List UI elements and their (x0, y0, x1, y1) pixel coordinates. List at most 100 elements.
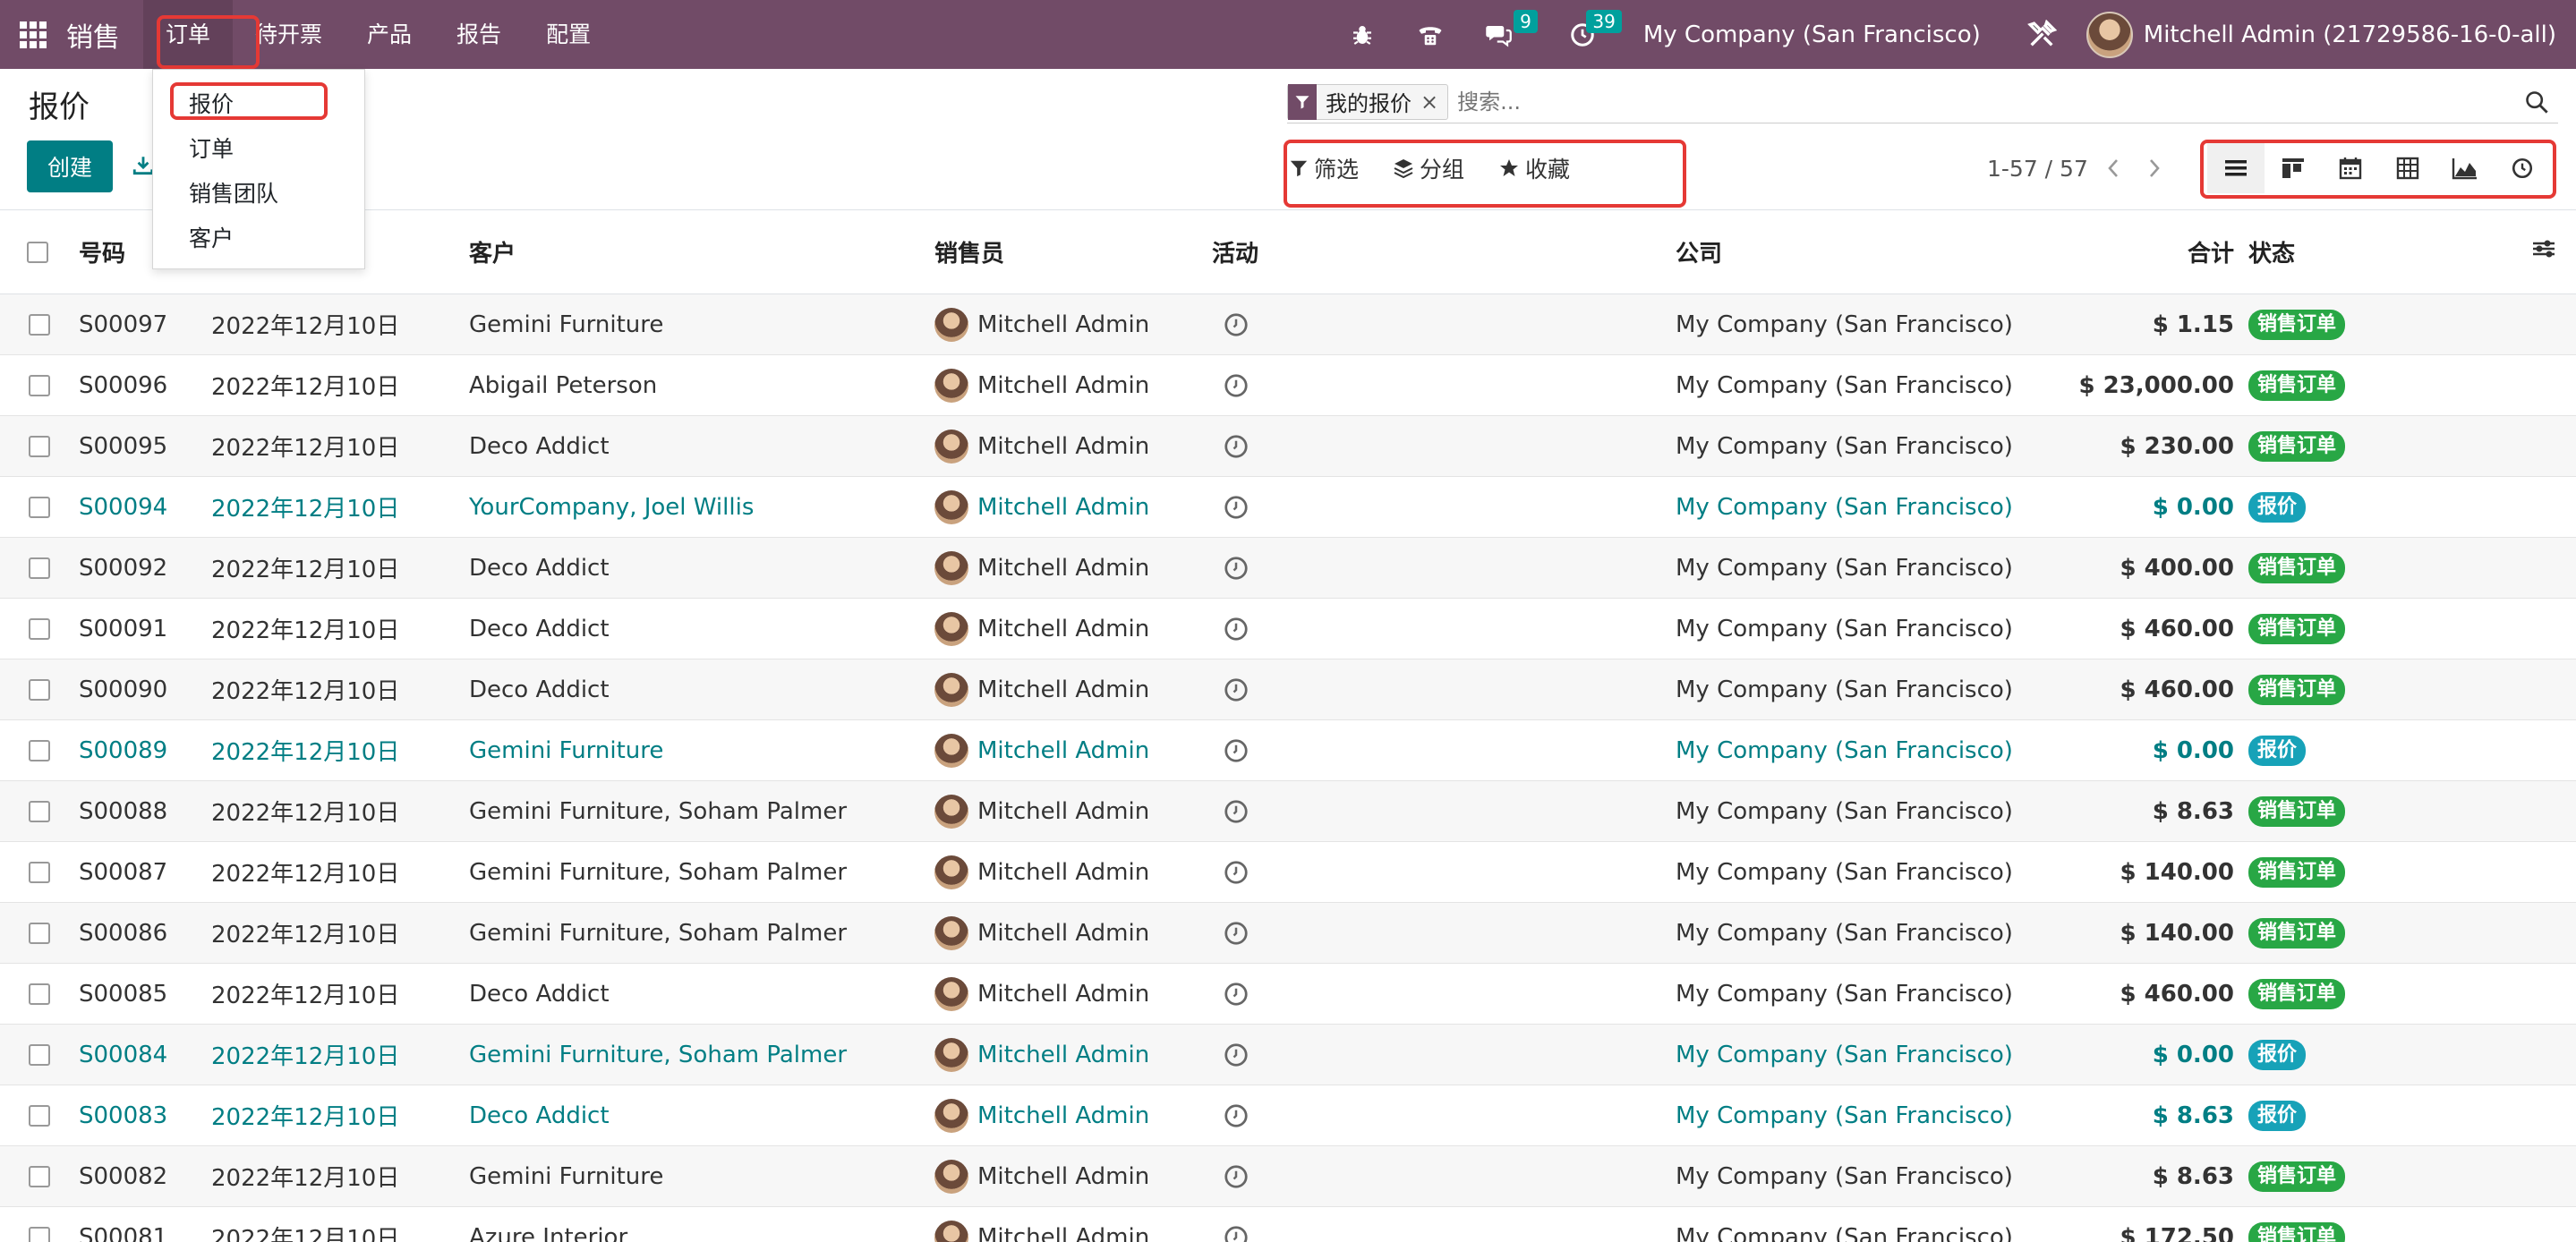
cell-salesperson[interactable]: Mitchell Admin (934, 659, 1212, 720)
filter-button[interactable]: 筛选 (1289, 152, 1359, 184)
row-checkbox[interactable] (29, 740, 50, 761)
cell-number[interactable]: S00097 (79, 293, 211, 355)
cell-customer[interactable]: Gemini Furniture (469, 293, 934, 355)
cell-salesperson[interactable]: Mitchell Admin (934, 537, 1212, 599)
cell-customer[interactable]: Gemini Furniture, Soham Palmer (469, 841, 934, 903)
row-checkbox[interactable] (29, 1166, 50, 1187)
create-button[interactable]: 创建 (27, 140, 113, 192)
user-menu[interactable]: Mitchell Admin (21729586-16-0-all) (2086, 11, 2556, 58)
cell-customer[interactable]: Deco Addict (469, 659, 934, 720)
col-activity[interactable]: 活动 (1212, 209, 1676, 294)
cell-company[interactable]: My Company (San Francisco) (1676, 659, 2069, 720)
apps-menu-icon[interactable] (20, 21, 47, 48)
cell-customer[interactable]: Gemini Furniture, Soham Palmer (469, 1024, 934, 1085)
search-input[interactable] (1457, 83, 2515, 120)
cell-number[interactable]: S00094 (79, 476, 211, 538)
tools-icon[interactable] (2022, 15, 2061, 55)
cell-total[interactable]: $ 172.50 (2069, 1206, 2248, 1242)
cell-company[interactable]: My Company (San Francisco) (1676, 1145, 2069, 1207)
cell-number[interactable]: S00083 (79, 1085, 211, 1146)
table-row[interactable]: S00088 2022年12月10日 Gemini Furniture, Soh… (0, 780, 2576, 842)
cell-date[interactable]: 2022年12月10日 (211, 1145, 469, 1207)
cell-salesperson[interactable]: Mitchell Admin (934, 415, 1212, 477)
cell-customer[interactable]: Deco Addict (469, 963, 934, 1025)
table-row[interactable]: S00090 2022年12月10日 Deco Addict Mitchell … (0, 659, 2576, 720)
activity-clock-icon[interactable] (1223, 433, 1250, 460)
cell-date[interactable]: 2022年12月10日 (211, 598, 469, 659)
table-row[interactable]: S00094 2022年12月10日 YourCompany, Joel Wil… (0, 476, 2576, 538)
cell-salesperson[interactable]: Mitchell Admin (934, 963, 1212, 1025)
activity-clock-icon[interactable] (1223, 616, 1250, 642)
table-row[interactable]: S00091 2022年12月10日 Deco Addict Mitchell … (0, 598, 2576, 659)
cell-date[interactable]: 2022年12月10日 (211, 902, 469, 964)
cell-date[interactable]: 2022年12月10日 (211, 537, 469, 599)
cell-number[interactable]: S00095 (79, 415, 211, 477)
row-checkbox[interactable] (29, 923, 50, 944)
cell-total[interactable]: $ 140.00 (2069, 902, 2248, 964)
cell-date[interactable]: 2022年12月10日 (211, 293, 469, 355)
cell-number[interactable]: S00091 (79, 598, 211, 659)
activity-clock-icon[interactable] (1223, 494, 1250, 521)
table-row[interactable]: S00095 2022年12月10日 Deco Addict Mitchell … (0, 415, 2576, 477)
dropdown-item-orders[interactable]: 订单 (153, 127, 364, 172)
table-row[interactable]: S00086 2022年12月10日 Gemini Furniture, Soh… (0, 902, 2576, 964)
cell-total[interactable]: $ 460.00 (2069, 659, 2248, 720)
cell-salesperson[interactable]: Mitchell Admin (934, 476, 1212, 538)
cell-customer[interactable]: YourCompany, Joel Willis (469, 476, 934, 538)
cell-customer[interactable]: Gemini Furniture (469, 1145, 934, 1207)
cell-number[interactable]: S00088 (79, 780, 211, 842)
row-checkbox[interactable] (29, 314, 50, 336)
cell-customer[interactable]: Gemini Furniture, Soham Palmer (469, 902, 934, 964)
activity-clock-icon[interactable] (1223, 798, 1250, 825)
menu-configuration[interactable]: 配置 (524, 0, 613, 69)
graph-view-icon[interactable] (2436, 143, 2494, 193)
activity-view-icon[interactable] (2494, 143, 2551, 193)
cell-company[interactable]: My Company (San Francisco) (1676, 1206, 2069, 1242)
cell-company[interactable]: My Company (San Francisco) (1676, 780, 2069, 842)
cell-date[interactable]: 2022年12月10日 (211, 719, 469, 781)
cell-customer[interactable]: Abigail Peterson (469, 354, 934, 416)
activity-clock-icon[interactable] (1223, 1102, 1250, 1129)
cell-salesperson[interactable]: Mitchell Admin (934, 719, 1212, 781)
row-checkbox[interactable] (29, 557, 50, 579)
table-row[interactable]: S00097 2022年12月10日 Gemini Furniture Mitc… (0, 293, 2576, 355)
list-view-icon[interactable] (2207, 143, 2265, 193)
activity-clock-icon[interactable] (1223, 1163, 1250, 1190)
col-total[interactable]: 合计 (2069, 209, 2248, 294)
dropdown-item-quotations[interactable]: 报价 (153, 82, 364, 127)
cell-date[interactable]: 2022年12月10日 (211, 841, 469, 903)
company-switcher[interactable]: My Company (San Francisco) (1643, 21, 1981, 48)
cell-number[interactable]: S00096 (79, 354, 211, 416)
cell-date[interactable]: 2022年12月10日 (211, 1024, 469, 1085)
row-checkbox[interactable] (29, 862, 50, 883)
cell-company[interactable]: My Company (San Francisco) (1676, 537, 2069, 599)
cell-date[interactable]: 2022年12月10日 (211, 780, 469, 842)
cell-salesperson[interactable]: Mitchell Admin (934, 841, 1212, 903)
activity-clock-icon[interactable] (1223, 981, 1250, 1008)
cell-number[interactable]: S00085 (79, 963, 211, 1025)
table-row[interactable]: S00089 2022年12月10日 Gemini Furniture Mitc… (0, 719, 2576, 781)
cell-customer[interactable]: Gemini Furniture (469, 719, 934, 781)
phone-icon[interactable] (1411, 15, 1450, 55)
cell-company[interactable]: My Company (San Francisco) (1676, 963, 2069, 1025)
cell-salesperson[interactable]: Mitchell Admin (934, 1145, 1212, 1207)
activity-clock-icon[interactable] (1223, 1224, 1250, 1242)
menu-orders[interactable]: 订单 (143, 0, 234, 69)
col-state[interactable]: 状态 (2248, 209, 2445, 294)
favorites-button[interactable]: 收藏 (1498, 152, 1570, 184)
table-row[interactable]: S00085 2022年12月10日 Deco Addict Mitchell … (0, 963, 2576, 1025)
app-brand[interactable]: 销售 (66, 15, 120, 55)
table-row[interactable]: S00081 2022年12月10日 Azure Interior Mitche… (0, 1206, 2576, 1242)
activity-clock-icon[interactable] (1223, 676, 1250, 703)
menu-products[interactable]: 产品 (345, 0, 434, 69)
cell-total[interactable]: $ 8.63 (2069, 780, 2248, 842)
search-icon[interactable] (2515, 81, 2558, 123)
col-company[interactable]: 公司 (1676, 209, 2069, 294)
pager-value[interactable]: 1-57 / 57 (1987, 156, 2088, 182)
cell-company[interactable]: My Company (San Francisco) (1676, 1024, 2069, 1085)
cell-customer[interactable]: Gemini Furniture, Soham Palmer (469, 780, 934, 842)
select-all-checkbox[interactable] (27, 242, 48, 263)
cell-company[interactable]: My Company (San Francisco) (1676, 902, 2069, 964)
row-checkbox[interactable] (29, 618, 50, 640)
activity-clock-icon[interactable] (1223, 555, 1250, 582)
